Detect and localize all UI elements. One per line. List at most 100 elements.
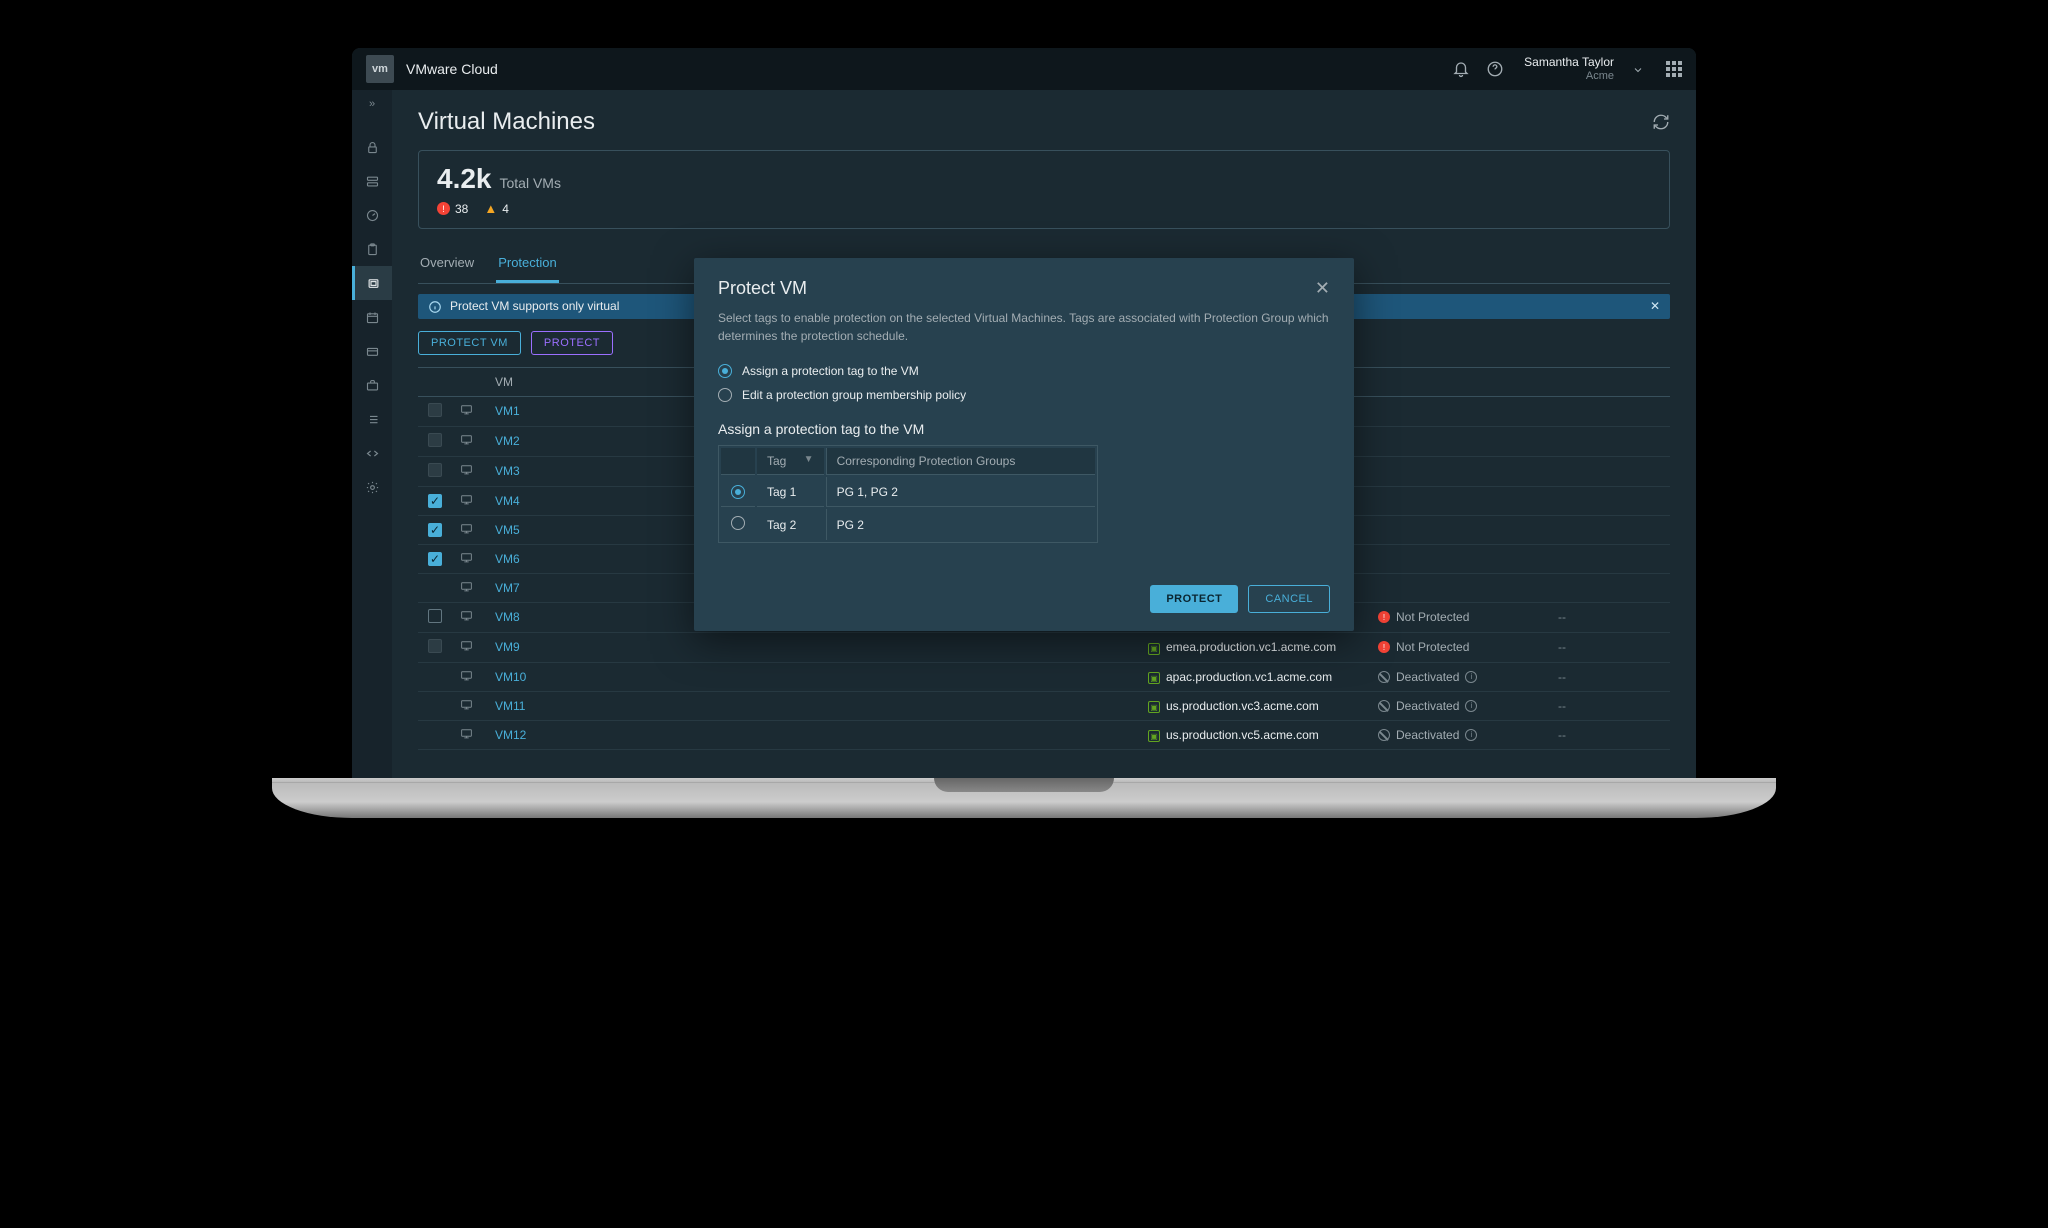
sidebar-item-protect[interactable] xyxy=(352,266,392,300)
sidebar-item-code[interactable] xyxy=(352,436,392,470)
vm-icon xyxy=(460,609,473,622)
info-icon[interactable]: i xyxy=(1465,700,1477,712)
info-icon[interactable]: i xyxy=(1465,729,1477,741)
vm-icon xyxy=(460,727,473,740)
dashboard-icon xyxy=(365,207,380,223)
tag-row[interactable]: Tag 2PG 2 xyxy=(721,509,1095,540)
table-row: VM10▣apac.production.vc1.acme.comDeactiv… xyxy=(418,662,1670,691)
sidebar-item-calendar[interactable] xyxy=(352,300,392,334)
error-icon: ! xyxy=(1378,611,1390,623)
stat-errors: ! 38 xyxy=(437,202,468,216)
option-assign-label: Assign a protection tag to the VM xyxy=(742,364,919,378)
server-icon: ▣ xyxy=(1148,672,1160,684)
tag-groups: PG 2 xyxy=(826,509,1095,540)
col-tag[interactable]: Tag ▼ xyxy=(757,448,824,475)
refresh-icon[interactable] xyxy=(1652,113,1670,131)
row-checkbox[interactable]: ✓ xyxy=(428,494,442,508)
sidebar-item-lock[interactable] xyxy=(352,130,392,164)
filter-icon[interactable]: ▼ xyxy=(804,454,814,465)
vm-name-link[interactable]: VM9 xyxy=(495,640,520,654)
error-count: 38 xyxy=(455,202,468,216)
tab-overview[interactable]: Overview xyxy=(418,247,476,283)
chevron-down-icon[interactable] xyxy=(1632,62,1644,77)
lock-icon xyxy=(365,139,380,155)
tag-row[interactable]: Tag 1PG 1, PG 2 xyxy=(721,477,1095,507)
info-icon[interactable]: i xyxy=(1465,671,1477,683)
notifications-icon[interactable] xyxy=(1450,58,1472,80)
row-checkbox xyxy=(428,403,442,417)
sidebar-item-dashboard[interactable] xyxy=(352,198,392,232)
vmware-logo: vm xyxy=(366,55,394,83)
apps-grid-icon[interactable] xyxy=(1666,61,1682,77)
modal-title: Protect VM xyxy=(718,278,807,299)
protect-secondary-button[interactable]: PROTECT xyxy=(531,331,613,355)
vm-name-link[interactable]: VM11 xyxy=(495,699,525,713)
vm-name-link[interactable]: VM1 xyxy=(495,404,520,418)
sidebar-item-briefcase[interactable] xyxy=(352,368,392,402)
server-name: emea.production.vc1.acme.com xyxy=(1166,640,1336,654)
vm-icon xyxy=(460,698,473,711)
info-banner-close-icon[interactable]: ✕ xyxy=(1650,299,1660,313)
option-edit-policy[interactable]: Edit a protection group membership polic… xyxy=(718,383,1330,407)
sidebar-nav: » xyxy=(352,90,392,778)
server-icon: ▣ xyxy=(1148,643,1160,655)
row-checkbox xyxy=(428,433,442,447)
status-badge: Deactivated i xyxy=(1378,728,1542,742)
server-name: us.production.vc5.acme.com xyxy=(1166,728,1319,742)
stat-warnings: ▲ 4 xyxy=(484,201,509,216)
row-checkbox xyxy=(428,463,442,477)
tab-protection[interactable]: Protection xyxy=(496,247,559,283)
user-menu[interactable]: Samantha Taylor Acme xyxy=(1524,55,1614,83)
sidebar-item-card[interactable] xyxy=(352,334,392,368)
sidebar-item-list[interactable] xyxy=(352,402,392,436)
vm-name-link[interactable]: VM2 xyxy=(495,434,520,448)
calendar-icon xyxy=(365,309,380,325)
radio-icon[interactable] xyxy=(731,516,745,530)
vm-name-link[interactable]: VM7 xyxy=(495,581,520,595)
option-assign-tag[interactable]: Assign a protection tag to the VM xyxy=(718,359,1330,383)
protect-vm-button[interactable]: PROTECT VM xyxy=(418,331,521,355)
error-icon: ! xyxy=(1378,641,1390,653)
vm-name-link[interactable]: VM3 xyxy=(495,464,520,478)
sidebar-expand-icon[interactable]: » xyxy=(369,98,375,110)
sidebar-item-server[interactable] xyxy=(352,164,392,198)
vm-icon xyxy=(460,493,473,506)
vm-name-link[interactable]: VM12 xyxy=(495,728,526,742)
vm-name-link[interactable]: VM6 xyxy=(495,552,520,566)
vm-name-link[interactable]: VM8 xyxy=(495,610,520,624)
tag-table: Tag ▼ Corresponding Protection Groups Ta… xyxy=(718,445,1098,543)
total-vm-label: Total VMs xyxy=(500,175,561,191)
vm-name-link[interactable]: VM4 xyxy=(495,494,520,508)
user-name: Samantha Taylor xyxy=(1524,55,1614,69)
warning-count: 4 xyxy=(502,202,509,216)
sidebar-item-settings[interactable] xyxy=(352,470,392,504)
vm-icon xyxy=(460,639,473,652)
info-icon xyxy=(428,299,442,314)
list-icon xyxy=(365,411,380,427)
vm-icon xyxy=(460,433,473,446)
help-icon[interactable] xyxy=(1484,58,1506,80)
modal-cancel-button[interactable]: CANCEL xyxy=(1248,585,1330,613)
vm-name-link[interactable]: VM5 xyxy=(495,523,520,537)
status-badge: !Not Protected xyxy=(1378,610,1542,624)
server-icon: ▣ xyxy=(1148,701,1160,713)
vm-icon xyxy=(460,551,473,564)
sidebar-item-clipboard[interactable] xyxy=(352,232,392,266)
row-checkbox[interactable]: ✓ xyxy=(428,523,442,537)
radio-icon xyxy=(718,388,732,402)
modal-close-icon[interactable]: ✕ xyxy=(1315,278,1330,299)
tag-groups: PG 1, PG 2 xyxy=(826,477,1095,507)
radio-icon[interactable] xyxy=(731,485,745,499)
row-checkbox[interactable]: ✓ xyxy=(428,552,442,566)
row-checkbox[interactable] xyxy=(428,609,442,623)
settings-icon xyxy=(365,479,380,495)
deactivated-icon xyxy=(1378,671,1390,683)
app-title: VMware Cloud xyxy=(406,61,498,77)
extra-cell: -- xyxy=(1558,728,1566,742)
col-groups[interactable]: Corresponding Protection Groups xyxy=(826,448,1095,475)
protect-vm-modal: Protect VM ✕ Select tags to enable prote… xyxy=(694,258,1354,631)
modal-protect-button[interactable]: PROTECT xyxy=(1150,585,1238,613)
server-name: apac.production.vc1.acme.com xyxy=(1166,670,1332,684)
vm-name-link[interactable]: VM10 xyxy=(495,670,526,684)
card-icon xyxy=(365,343,380,359)
